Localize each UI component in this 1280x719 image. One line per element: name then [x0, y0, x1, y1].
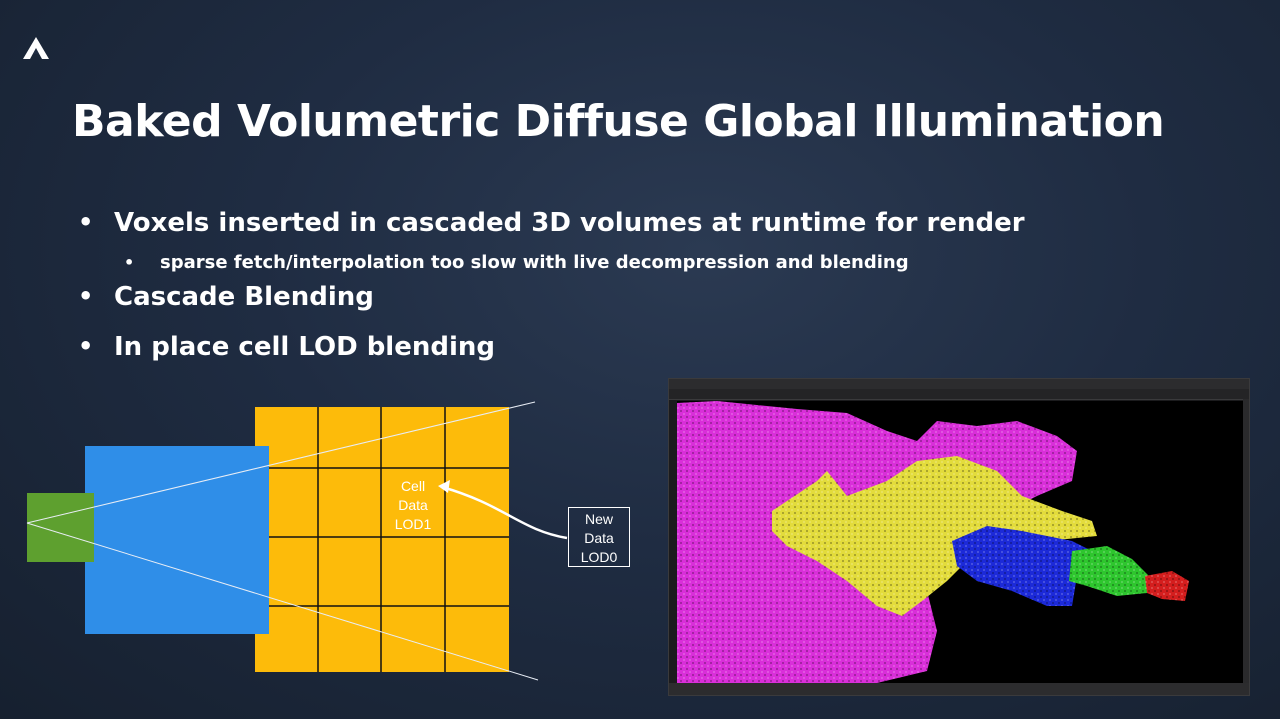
sub-bullet-sparse-fetch: sparse fetch/interpolation too slow with… — [78, 252, 1025, 282]
engine-editor-screenshot — [668, 378, 1250, 696]
editor-menubar — [669, 379, 1249, 389]
cell-label-line3: LOD1 — [394, 516, 432, 532]
editor-sidebar — [1243, 399, 1249, 683]
bullet-cascade-blending: Cascade Blending — [78, 282, 1025, 332]
cell-label-line2: Data — [398, 497, 428, 513]
editor-toolbar — [669, 389, 1249, 400]
studio-logo — [23, 37, 49, 59]
editor-statusbar — [669, 683, 1249, 695]
bullet-lod-blending: In place cell LOD blending — [78, 332, 1025, 382]
cell-data-label: Cell Data LOD1 — [388, 477, 438, 534]
new-label-line3: LOD0 — [580, 549, 618, 565]
new-label-line1: New — [584, 511, 613, 527]
bullet-list: Voxels inserted in cascaded 3D volumes a… — [78, 208, 1025, 382]
bullet-voxels: Voxels inserted in cascaded 3D volumes a… — [78, 208, 1025, 258]
new-label-line2: Data — [584, 530, 614, 546]
slide-title: Baked Volumetric Diffuse Global Illumina… — [72, 96, 1165, 147]
new-data-box: New Data LOD0 — [568, 507, 630, 567]
cascade-mid — [85, 446, 269, 634]
cell-label-line1: Cell — [400, 478, 426, 494]
cascade-small — [27, 493, 94, 562]
voxel-render — [677, 401, 1189, 683]
voxel-viewport — [677, 401, 1243, 683]
cascade-diagram — [26, 401, 568, 681]
